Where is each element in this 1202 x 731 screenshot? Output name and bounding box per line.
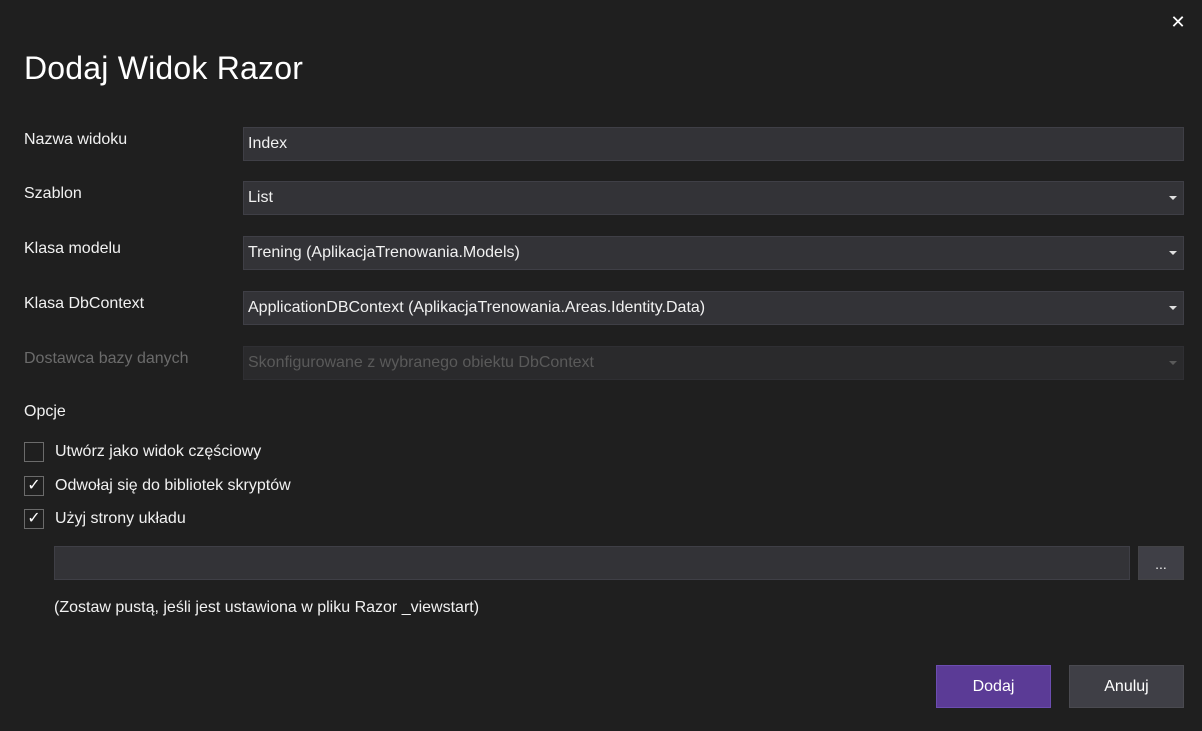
checkmark-icon: ✓ (27, 477, 41, 494)
template-label: Szablon (24, 185, 82, 202)
template-dropdown[interactable]: List (243, 181, 1184, 215)
browse-button[interactable]: ... (1138, 546, 1184, 580)
view-name-input[interactable]: Index (243, 127, 1184, 161)
layout-page-path-input[interactable] (54, 546, 1130, 580)
layout-hint-text: (Zostaw pustą, jeśli jest ustawiona w pl… (54, 599, 480, 616)
template-value: List (248, 189, 273, 206)
script-libraries-option[interactable]: ✓ Odwołaj się do bibliotek skryptów (24, 475, 291, 497)
add-razor-view-dialog: ✕ Dodaj Widok Razor Nazwa widoku Index S… (0, 0, 1202, 731)
add-button[interactable]: Dodaj (936, 665, 1051, 708)
chevron-down-icon (1169, 361, 1177, 365)
script-libraries-label: Odwołaj się do bibliotek skryptów (55, 477, 291, 494)
script-libraries-checkbox[interactable]: ✓ (24, 476, 44, 496)
checkmark-icon: ✓ (27, 510, 41, 527)
view-name-label: Nazwa widoku (24, 131, 128, 148)
layout-page-option[interactable]: ✓ Użyj strony układu (24, 508, 186, 530)
model-class-value: Trening (AplikacjaTrenowania.Models) (248, 244, 520, 261)
layout-page-checkbox[interactable]: ✓ (24, 509, 44, 529)
database-provider-value: Skonfigurowane z wybranego obiektu DbCon… (248, 354, 594, 371)
view-name-value: Index (248, 135, 288, 152)
chevron-down-icon (1169, 251, 1177, 255)
dialog-title: Dodaj Widok Razor (24, 50, 304, 86)
cancel-button[interactable]: Anuluj (1069, 665, 1184, 708)
database-provider-dropdown: Skonfigurowane z wybranego obiektu DbCon… (243, 346, 1184, 380)
model-class-label: Klasa modelu (24, 240, 121, 257)
database-provider-label: Dostawca bazy danych (24, 350, 189, 367)
partial-view-option[interactable]: Utwórz jako widok częściowy (24, 441, 261, 463)
close-icon[interactable]: ✕ (1168, 12, 1188, 32)
layout-page-label: Użyj strony układu (55, 510, 186, 527)
dbcontext-class-label: Klasa DbContext (24, 295, 145, 312)
dbcontext-class-value: ApplicationDBContext (AplikacjaTrenowani… (248, 299, 706, 316)
dbcontext-class-dropdown[interactable]: ApplicationDBContext (AplikacjaTrenowani… (243, 291, 1184, 325)
partial-view-checkbox[interactable] (24, 442, 44, 462)
chevron-down-icon (1169, 196, 1177, 200)
chevron-down-icon (1169, 306, 1177, 310)
model-class-dropdown[interactable]: Trening (AplikacjaTrenowania.Models) (243, 236, 1184, 270)
partial-view-label: Utwórz jako widok częściowy (55, 443, 262, 460)
options-label: Opcje (24, 403, 66, 420)
